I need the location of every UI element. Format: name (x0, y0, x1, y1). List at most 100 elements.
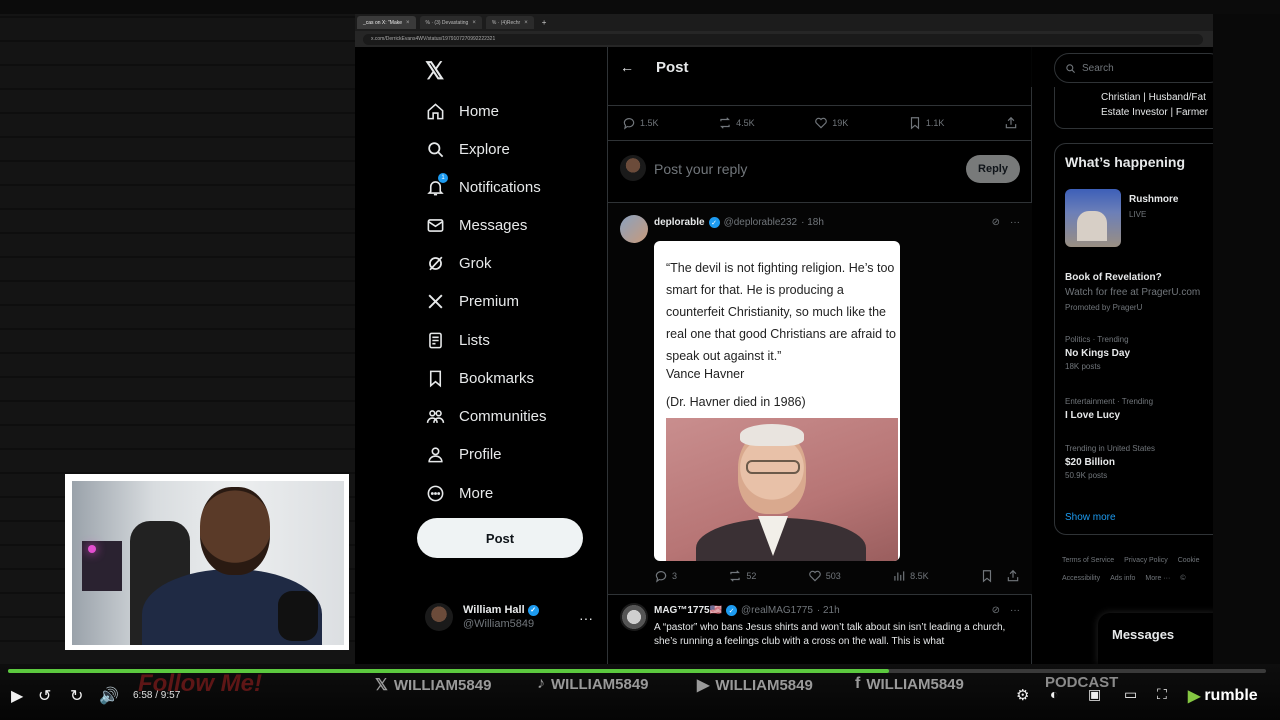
grok-icon[interactable]: ⊘ (992, 605, 1000, 616)
show-more-link[interactable]: Show more (1065, 512, 1116, 523)
toggle-icon[interactable]: ◐ (1050, 686, 1058, 702)
person-icon (425, 444, 445, 464)
footer-link[interactable]: More ··· (1145, 575, 1170, 582)
search-box[interactable] (1054, 53, 1213, 83)
user-name: William Hall (463, 604, 525, 616)
close-icon[interactable]: × (406, 20, 410, 26)
post-author-handle[interactable]: @deplorable232 (724, 217, 798, 228)
replay-icon[interactable]: ↺ (38, 686, 51, 706)
browser-tab[interactable]: % · (4)Rechr × (485, 16, 534, 29)
footer-link[interactable]: Ads info (1110, 575, 1135, 582)
account-switcher[interactable]: William Hall ✓ @William5849 (425, 600, 595, 634)
heart-icon (815, 117, 828, 129)
post-time: · 21h (816, 605, 840, 616)
nav-item-lists[interactable]: Lists (425, 325, 490, 355)
notification-badge: 1 (438, 173, 448, 183)
share-action[interactable] (1004, 116, 1018, 130)
play-icon[interactable]: ▶ (11, 686, 23, 706)
settings-gear-icon[interactable]: ⚙ (1016, 686, 1029, 704)
views-action[interactable]: 8.5K (892, 569, 929, 583)
more-options-icon[interactable]: ··· (579, 610, 593, 626)
post-header: ← Post (608, 47, 1032, 87)
author-bio-card[interactable]: Christian | Husband/Fat Estate Investor … (1054, 87, 1213, 129)
user-handle: @William5849 (463, 618, 535, 630)
nav-item-messages[interactable]: Messages (425, 210, 527, 240)
nav-item-grok[interactable]: Grok (425, 248, 492, 278)
search-input[interactable] (1082, 62, 1202, 74)
repost-icon (720, 117, 731, 129)
close-icon[interactable]: × (524, 20, 528, 26)
repost-icon (730, 570, 741, 582)
reply-post[interactable]: MAG™1775🇺🇸 ✓ @realMAG1775 · 21h ⊘ ··· A … (608, 595, 1032, 664)
post-author-handle[interactable]: @realMAG1775 (741, 605, 813, 616)
post-author-name[interactable]: deplorable (654, 217, 705, 228)
reply-action[interactable]: 3 (654, 569, 677, 583)
trend-item[interactable]: Politics · Trending No Kings Day 18K pos… (1065, 334, 1213, 373)
rumble-play-icon: ▶ (1188, 688, 1201, 705)
communities-icon (425, 406, 445, 426)
bookmark-icon (425, 368, 445, 388)
footer-link[interactable]: Terms of Service (1062, 557, 1114, 564)
live-event-name[interactable]: Rushmore (1129, 194, 1178, 205)
avatar[interactable] (620, 215, 648, 243)
pip-icon[interactable]: ▣ (1088, 686, 1101, 703)
trend-item[interactable]: Book of Revelation? Watch for free at Pr… (1065, 270, 1213, 314)
heart-icon (808, 570, 821, 582)
messages-drawer[interactable]: Messages (1098, 613, 1213, 664)
nav-item-profile[interactable]: Profile (425, 439, 502, 469)
reply-action[interactable]: 1.5K (622, 116, 659, 130)
trend-item[interactable]: Trending in United States $20 Billion 50… (1065, 443, 1213, 482)
new-tab-button[interactable]: + (538, 18, 551, 27)
grok-icon[interactable]: ⊘ (992, 217, 1000, 228)
more-circle-icon (425, 483, 445, 503)
repost-action[interactable]: 4.5K (718, 116, 755, 130)
nav-item-home[interactable]: Home (425, 96, 499, 126)
post-image[interactable]: “The devil is not fighting religion. He’… (654, 241, 900, 561)
repost-action[interactable]: 52 (728, 569, 756, 583)
nav-item-communities[interactable]: Communities (425, 401, 547, 431)
nav-item-explore[interactable]: Explore (425, 134, 510, 164)
tiktok-icon: ♪ (537, 675, 545, 692)
volume-icon[interactable]: 🔊 (99, 686, 119, 706)
avatar[interactable] (620, 603, 648, 631)
reply-button[interactable]: Reply (966, 155, 1020, 183)
fullscreen-icon[interactable]: ⛶ (1157, 686, 1167, 703)
nav-item-bookmarks[interactable]: Bookmarks (425, 363, 534, 393)
like-action[interactable]: 503 (808, 569, 841, 583)
browser-tab[interactable]: % · (3) Devastating × (419, 16, 482, 29)
post-button[interactable]: Post (417, 518, 583, 558)
browser-tab[interactable]: _cas on X: "Make × (357, 16, 416, 29)
nav-item-notifications[interactable]: 1 Notifications (425, 172, 541, 202)
reply-post[interactable]: deplorable ✓ @deplorable232 · 18h ⊘ ··· … (608, 203, 1032, 595)
like-action[interactable]: 19K (814, 116, 848, 130)
footer-link[interactable]: Cookie (1178, 557, 1200, 564)
more-options-icon[interactable]: ··· (1010, 217, 1020, 228)
forward-icon[interactable]: ↻ (70, 686, 83, 706)
footer-link[interactable]: Privacy Policy (1124, 557, 1168, 564)
close-icon[interactable]: × (472, 20, 476, 26)
social-handle: ▶ WILLIAM5849 (697, 676, 813, 695)
list-icon (425, 330, 445, 350)
share-action[interactable] (1006, 569, 1020, 583)
bookmark-action[interactable] (980, 569, 994, 583)
bookmark-action[interactable]: 1.1K (908, 116, 944, 130)
theater-mode-icon[interactable]: ▭ (1124, 686, 1137, 703)
bio-line: Christian | Husband/Fat (1101, 92, 1206, 103)
right-sidebar: Christian | Husband/Fat Estate Investor … (1052, 47, 1213, 664)
time-display: 6:58 / 9:57 (133, 690, 181, 701)
footer-link[interactable]: Accessibility (1062, 575, 1100, 582)
nav-item-more[interactable]: More (425, 478, 493, 508)
trend-item[interactable]: Entertainment · Trending I Love Lucy (1065, 396, 1213, 423)
x-logo-icon[interactable]: 𝕏 (425, 57, 444, 86)
reply-input[interactable] (654, 159, 954, 179)
live-thumbnail[interactable] (1065, 189, 1121, 247)
url-field[interactable]: x.com/DerrickEvans4WV/status/19791072709… (363, 33, 1203, 45)
rumble-play-icon: ▶ (697, 677, 710, 694)
footer-links: Terms of Service Privacy Policy Cookie Acc… (1062, 552, 1213, 588)
nav-item-premium[interactable]: Premium (425, 286, 519, 316)
rumble-logo[interactable]: ▶ rumble (1188, 686, 1258, 706)
back-arrow-icon[interactable]: ← (620, 59, 634, 75)
more-options-icon[interactable]: ··· (1010, 605, 1020, 616)
post-author-name[interactable]: MAG™1775🇺🇸 (654, 605, 722, 616)
views-chart-icon (894, 571, 905, 581)
